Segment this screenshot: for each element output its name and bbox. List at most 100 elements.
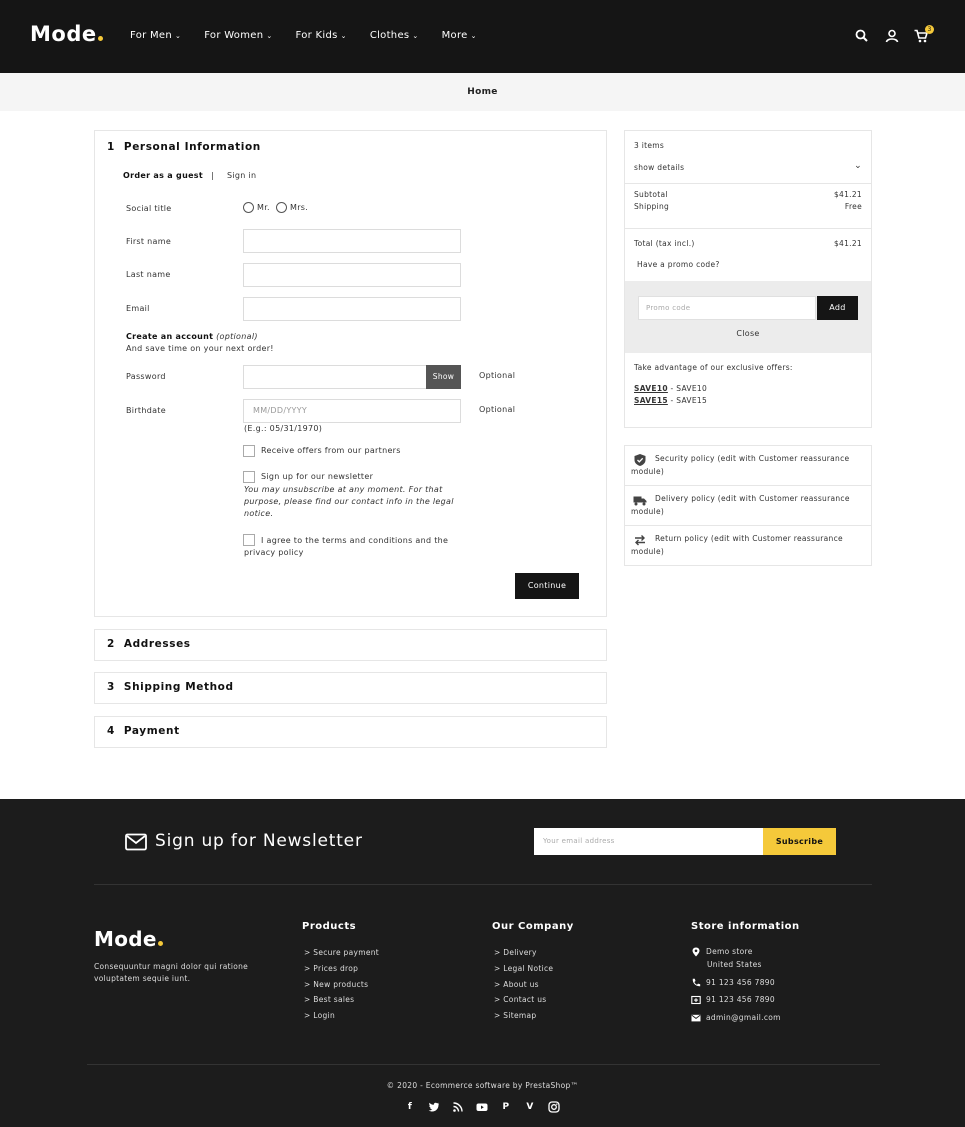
footer-link-best-sales[interactable]: > Best sales	[304, 995, 354, 1004]
show-details-toggle[interactable]: show details	[634, 163, 684, 172]
footer-link-legal-notice[interactable]: > Legal Notice	[494, 964, 553, 973]
radio-button[interactable]	[276, 202, 287, 213]
store-email[interactable]: admin@gmail.com	[691, 1011, 781, 1024]
facebook-icon[interactable]: f	[404, 1101, 416, 1113]
breadcrumb: Home	[0, 73, 965, 111]
chevron-down-icon: ⌄	[266, 32, 273, 40]
twitter-icon[interactable]	[428, 1101, 440, 1113]
youtube-icon[interactable]	[476, 1101, 488, 1113]
newsletter-checkbox[interactable]	[243, 471, 255, 483]
offers-checkbox[interactable]	[243, 445, 255, 457]
step-title: 3 Shipping Method	[107, 681, 234, 693]
checkout-step-personal-information: 1 Personal Information Order as a guest |…	[94, 130, 607, 617]
first-name-input[interactable]	[243, 229, 461, 253]
site-logo[interactable]: Mode	[30, 22, 103, 46]
promo-code-link[interactable]: SAVE10	[634, 384, 668, 393]
user-icon[interactable]	[884, 28, 900, 44]
shipping-label: Shipping	[634, 202, 670, 211]
checkout-step-shipping-method[interactable]: 3 Shipping Method	[94, 672, 607, 704]
rss-icon[interactable]	[452, 1101, 464, 1113]
social-links: f P V	[404, 1101, 572, 1113]
birthdate-input[interactable]: MM/DD/YYYY	[243, 399, 461, 423]
breadcrumb-home[interactable]: Home	[467, 87, 497, 97]
cart-summary: 3 items show details ⌄ Subtotal $41.21 S…	[624, 130, 872, 428]
radio-mrs[interactable]: Mrs.	[276, 202, 308, 213]
promo-code-toggle[interactable]: Have a promo code?	[637, 260, 720, 269]
birthdate-optional: Optional	[479, 405, 516, 414]
search-icon[interactable]	[854, 28, 870, 44]
radio-button[interactable]	[243, 202, 254, 213]
footer-link-contact-us[interactable]: > Contact us	[494, 995, 547, 1004]
subscribe-button[interactable]: Subscribe	[763, 828, 836, 855]
social-title-label: Social title	[126, 204, 172, 213]
footer-link-about-us[interactable]: > About us	[494, 980, 539, 989]
birthdate-hint: (E.g.: 05/31/1970)	[244, 424, 323, 433]
fax-icon	[691, 995, 701, 1005]
store-fax: 91 123 456 7890	[691, 993, 775, 1006]
cart-count-badge: 3	[925, 25, 934, 34]
email-label: Email	[126, 304, 150, 313]
footer-company-title: Our Company	[492, 921, 574, 932]
vimeo-icon[interactable]: V	[524, 1101, 536, 1113]
phone-icon	[692, 978, 701, 987]
tab-sign-in[interactable]: Sign in	[227, 171, 256, 180]
nav-item-for-men[interactable]: For Men ⌄	[130, 30, 181, 41]
footer-divider	[94, 884, 872, 885]
footer-link-login[interactable]: > Login	[304, 1011, 335, 1020]
footer-divider	[87, 1064, 880, 1065]
promo-offer-row: SAVE15 - SAVE15	[634, 396, 708, 405]
nav-item-for-women[interactable]: For Women ⌄	[204, 30, 272, 41]
store-phone: 91 123 456 7890	[691, 976, 775, 989]
instagram-icon[interactable]	[548, 1101, 560, 1113]
mail-icon	[691, 1014, 701, 1022]
footer-link-secure-payment[interactable]: > Secure payment	[304, 948, 379, 957]
password-input[interactable]	[243, 365, 427, 389]
chevron-down-icon[interactable]: ⌄	[854, 161, 862, 171]
radio-mr[interactable]: Mr.	[243, 202, 270, 213]
newsletter-label: Sign up for our newsletter	[261, 472, 374, 481]
main-nav: For Men ⌄ For Women ⌄ For Kids ⌄ Clothes ⌄ M…	[130, 30, 500, 41]
logo-dot	[97, 36, 103, 41]
divider	[625, 228, 871, 229]
footer-link-new-products[interactable]: > New products	[304, 980, 368, 989]
promo-offer-row: SAVE10 - SAVE10	[634, 384, 708, 393]
divider	[625, 183, 871, 184]
footer-products-title: Products	[302, 921, 357, 932]
password-optional: Optional	[479, 371, 516, 380]
save-time-text: And save time on your next order!	[126, 344, 274, 353]
chevron-down-icon: ⌄	[412, 32, 419, 40]
nav-item-more[interactable]: More ⌄	[442, 30, 477, 41]
offers-label: Receive offers from our partners	[261, 446, 401, 455]
first-name-label: First name	[126, 237, 172, 246]
tab-order-as-guest[interactable]: Order as a guest	[123, 171, 203, 180]
birthdate-label: Birthdate	[126, 406, 166, 415]
promo-code-link[interactable]: SAVE15	[634, 396, 668, 405]
promo-code-input[interactable]: Promo code	[638, 296, 816, 320]
store-country: United States	[707, 960, 762, 969]
reassurance-text: Return policy (edit with Customer reassu…	[631, 534, 843, 556]
footer-logo[interactable]: Mode	[94, 927, 163, 951]
footer-link-delivery[interactable]: > Delivery	[494, 948, 537, 957]
footer-link-sitemap[interactable]: > Sitemap	[494, 1011, 536, 1020]
terms-label: I agree to the terms and conditions and …	[244, 536, 449, 557]
email-input[interactable]	[243, 297, 461, 321]
pinterest-icon[interactable]: P	[500, 1101, 512, 1113]
items-count: 3 items	[634, 141, 665, 150]
nav-item-clothes[interactable]: Clothes ⌄	[370, 30, 419, 41]
show-password-button[interactable]: Show	[426, 365, 461, 389]
close-promo-link[interactable]: Close	[625, 329, 871, 338]
step-title: 1 Personal Information	[107, 141, 261, 153]
footer-link-prices-drop[interactable]: > Prices drop	[304, 964, 358, 973]
nav-item-for-kids[interactable]: For Kids ⌄	[296, 30, 347, 41]
newsletter-email-input[interactable]: Your email address	[534, 828, 763, 855]
last-name-input[interactable]	[243, 263, 461, 287]
chevron-down-icon: ⌄	[175, 32, 182, 40]
promo-code-panel: Promo code Add Close	[625, 281, 871, 353]
tab-separator: |	[211, 171, 214, 180]
add-promo-button[interactable]: Add	[817, 296, 858, 320]
checkout-step-addresses[interactable]: 2 Addresses	[94, 629, 607, 661]
reassurance-text: Delivery policy (edit with Customer reas…	[631, 494, 850, 516]
continue-button[interactable]: Continue	[515, 573, 579, 599]
checkout-step-payment[interactable]: 4 Payment	[94, 716, 607, 748]
offers-text: Take advantage of our exclusive offers:	[634, 363, 793, 372]
